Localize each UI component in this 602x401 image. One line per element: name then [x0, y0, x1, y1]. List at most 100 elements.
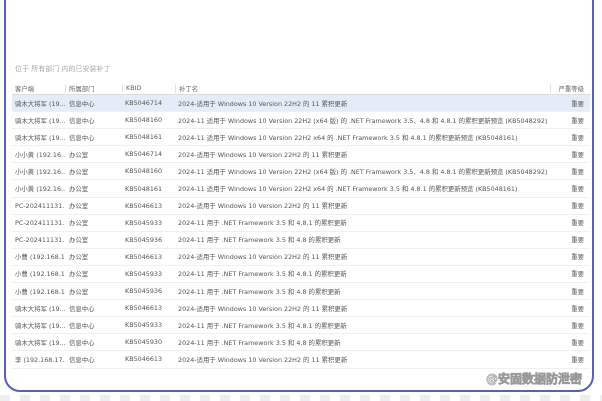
severity-cell: 重要 — [571, 321, 584, 330]
department-cell: 信息中心 — [69, 355, 95, 364]
severity-cell: 重要 — [571, 219, 584, 228]
watermark: @安固数据防泄密 — [485, 372, 583, 387]
patch-name-cell: 2024-11 适用于 Windows 10 Version 22H2 x64 … — [178, 133, 518, 142]
client-cell: 小小黄 (192.16... — [15, 167, 65, 176]
table-header: 客户端 所属部门 KBID 补丁名 严重等级 — [12, 82, 590, 95]
patch-name-cell: 2024-11 用于 .NET Framework 3.5 和 4.8 的累积更… — [178, 236, 341, 245]
client-cell: 骑木大将军 (19... — [15, 116, 65, 125]
kbid-cell: KB5045930 — [125, 338, 163, 347]
table-row[interactable]: PC-202411131... 办公室 KB5045933 2024-11 用于 .N… — [12, 215, 590, 232]
department-cell: 办公室 — [69, 253, 89, 262]
kbid-cell: KB5046613 — [125, 201, 163, 210]
severity-cell: 重要 — [571, 202, 584, 211]
client-cell: PC-202411131... — [15, 201, 65, 210]
kbid-cell: KB5048161 — [125, 133, 163, 142]
patch-name-cell: 2024-适用于 Windows 10 Version 22H2 的 11 累积… — [178, 253, 348, 262]
department-cell: 办公室 — [69, 202, 89, 211]
kbid-cell: KB5048161 — [125, 184, 163, 193]
kbid-cell: KB5046613 — [125, 304, 163, 313]
table-row[interactable]: 骑木大将军 (19... 信息中心 KB5046613 2024-适用于 Window… — [12, 300, 590, 318]
kbid-cell: KB5045936 — [125, 287, 163, 296]
client-cell: PC-202411131... — [15, 235, 65, 244]
client-cell: 小曹 (192.168.1... — [15, 270, 65, 279]
patch-name-cell: 2024-11 适用于 Windows 10 Version 22H2 (x64… — [178, 116, 548, 125]
patch-name-cell: 2024-适用于 Windows 10 Version 22H2 的 11 累积… — [178, 99, 348, 108]
severity-cell: 重要 — [571, 133, 584, 142]
severity-cell: 重要 — [571, 304, 584, 313]
column-header-severity[interactable]: 严重等级 — [550, 83, 590, 93]
severity-cell: 重要 — [571, 99, 584, 108]
patch-name-cell: 2024-适用于 Windows 10 Version 22H2 的 11 累积… — [178, 202, 348, 211]
column-header-department[interactable]: 所属部门 — [65, 83, 122, 93]
department-cell: 信息中心 — [69, 304, 95, 313]
table-row[interactable]: 骑木大将军 (19... 信息中心 KB5045930 2024-11 用于 .NET… — [12, 334, 590, 352]
kbid-cell: KB5046714 — [125, 150, 163, 159]
bottom-edge — [0, 395, 602, 401]
patch-name-cell: 2024-11 用于 .NET Framework 3.5 和 4.8.1 的累… — [178, 321, 347, 330]
table-row[interactable]: 骑木大将军 (19... 信息中心 KB5045933 2024-11 用于 .NET… — [12, 317, 590, 335]
client-cell: 小小黄 (192.16... — [15, 150, 65, 159]
patch-name-cell: 2024-11 适用于 Windows 10 Version 22H2 (x64… — [178, 167, 548, 176]
client-cell: 骑木大将军 (19... — [15, 133, 65, 142]
client-cell: PC-202411131... — [15, 218, 65, 227]
kbid-cell: KB5046613 — [125, 252, 163, 261]
department-cell: 办公室 — [69, 270, 89, 279]
client-cell: 小曹 (192.168.1... — [15, 287, 65, 296]
severity-cell: 重要 — [571, 355, 584, 364]
kbid-cell: KB5046613 — [125, 355, 163, 364]
table-row[interactable]: PC-202411131... 办公室 KB5045936 2024-11 用于 .N… — [12, 232, 590, 249]
department-cell: 信息中心 — [69, 116, 95, 125]
department-cell: 办公室 — [69, 287, 89, 296]
patch-name-cell: 2024-适用于 Windows 10 Version 22H2 的 11 累积… — [178, 304, 348, 313]
column-header-kbid[interactable]: KBID — [122, 84, 175, 92]
kbid-cell: KB5048160 — [125, 116, 163, 125]
kbid-cell: KB5046714 — [125, 99, 163, 108]
client-cell: 骑木大将军 (19... — [15, 321, 65, 330]
patch-table: 客户端 所属部门 KBID 补丁名 严重等级 骑木大将军 (19... 信息中心 K… — [12, 82, 590, 369]
client-cell: 骑木大将军 (19... — [15, 338, 65, 347]
client-cell: 李 (192.168.17... — [15, 355, 65, 364]
patch-name-cell: 2024-11 用于 .NET Framework 3.5 和 4.8.1 的累… — [178, 270, 347, 279]
table-row[interactable]: PC-202411131... 办公室 KB5046613 2024-适用于 Wind… — [12, 198, 590, 215]
department-cell: 信息中心 — [69, 338, 95, 347]
department-cell: 信息中心 — [69, 133, 95, 142]
patch-name-cell: 2024-11 适用于 Windows 10 Version 22H2 x64 … — [178, 185, 518, 194]
table-row[interactable]: 李 (192.168.17... 信息中心 KB5046613 2024-适用于 Wi… — [12, 351, 590, 369]
patch-name-cell: 2024-适用于 Windows 10 Version 22H2 的 11 累积… — [178, 150, 348, 159]
table-row[interactable]: 骑木大将军 (19... 信息中心 KB5048161 2024-11 适用于 Win… — [12, 129, 590, 147]
table-caption: 位于 所有部门 内的已安装补丁 — [15, 65, 111, 73]
severity-cell: 重要 — [571, 116, 584, 125]
severity-cell: 重要 — [571, 236, 584, 245]
department-cell: 信息中心 — [69, 321, 95, 330]
table-row[interactable]: 小曹 (192.168.1... 办公室 KB5045936 2024-11 用于 .… — [12, 283, 590, 301]
patch-name-cell: 2024-11 用于 .NET Framework 3.5 和 4.8 的累积更… — [178, 287, 341, 296]
kbid-cell: KB5045933 — [125, 321, 163, 330]
department-cell: 办公室 — [69, 150, 89, 159]
table-row[interactable]: 骑木大将军 (19... 信息中心 KB5046714 2024-适用于 Window… — [12, 95, 590, 113]
department-cell: 办公室 — [69, 236, 89, 245]
kbid-cell: KB5045936 — [125, 235, 163, 244]
table-row[interactable]: 小曹 (192.168.1... 办公室 KB5046613 2024-适用于 Win… — [12, 249, 590, 266]
severity-cell: 重要 — [571, 167, 584, 176]
patch-name-cell: 2024-11 用于 .NET Framework 3.5 和 4.8.1 的累… — [178, 219, 347, 228]
table-row[interactable]: 骑木大将军 (19... 信息中心 KB5048160 2024-11 适用于 Win… — [12, 112, 590, 130]
patch-name-cell: 2024-11 用于 .NET Framework 3.5 和 4.8 的累积更… — [178, 338, 341, 347]
department-cell: 办公室 — [69, 219, 89, 228]
column-header-client[interactable]: 客户端 — [12, 84, 65, 93]
table-row[interactable]: 小小黄 (192.16... 办公室 KB5046714 2024-适用于 Windo… — [12, 146, 590, 164]
table-row[interactable]: 小小黄 (192.16... 办公室 KB5048161 2024-11 适用于 Wi… — [12, 180, 590, 198]
severity-cell: 重要 — [571, 150, 584, 159]
department-cell: 办公室 — [69, 185, 89, 194]
kbid-cell: KB5045933 — [125, 269, 163, 278]
severity-cell: 重要 — [571, 270, 584, 279]
table-row[interactable]: 小曹 (192.168.1... 办公室 KB5045933 2024-11 用于 .… — [12, 266, 590, 284]
client-cell: 小小黄 (192.16... — [15, 185, 65, 194]
severity-cell: 重要 — [571, 287, 584, 296]
client-cell: 小曹 (192.168.1... — [15, 253, 65, 262]
severity-cell: 重要 — [571, 253, 584, 262]
severity-cell: 重要 — [571, 185, 584, 194]
client-cell: 骑木大将军 (19... — [15, 304, 65, 313]
department-cell: 信息中心 — [69, 99, 95, 108]
table-row[interactable]: 小小黄 (192.16... 办公室 KB5048160 2024-11 适用于 Wi… — [12, 163, 590, 181]
column-header-patch-name[interactable]: 补丁名 — [175, 83, 550, 93]
